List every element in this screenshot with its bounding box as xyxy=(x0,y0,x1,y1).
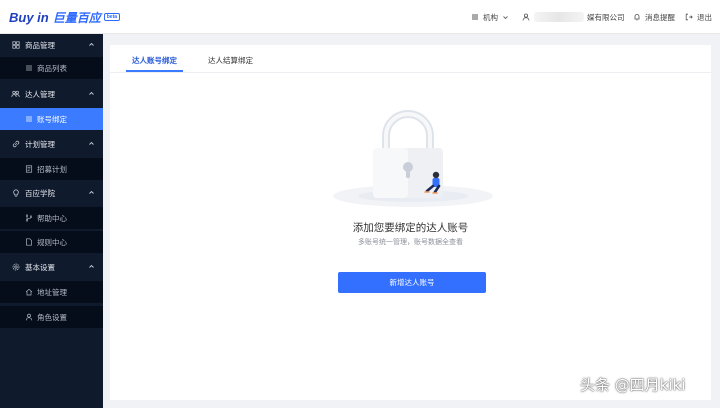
sidebar-item-account-binding[interactable]: 账号绑定 xyxy=(0,108,103,130)
sidebar-group-label: 基本设置 xyxy=(25,262,55,272)
grid-icon xyxy=(11,41,20,50)
sidebar-item-address[interactable]: 地址管理 xyxy=(0,281,103,303)
sidebar-item-product-list[interactable]: 商品列表 xyxy=(0,57,103,79)
logo-brand-text: 巨量百应 xyxy=(52,10,101,25)
main-card: 达人账号绑定 达人结算绑定 添加您要绑定的达人账号 多账号统一管理，账号数据全查… xyxy=(110,45,711,400)
watermark: 头条 @四月kiki xyxy=(580,376,686,394)
home-icon xyxy=(24,288,33,297)
sidebar-item-label: 地址管理 xyxy=(37,287,67,297)
sidebar-item-help-center[interactable]: 帮助中心 xyxy=(0,207,103,229)
tab-influencer-account-binding[interactable]: 达人账号绑定 xyxy=(132,55,177,69)
sidebar-item-label: 规则中心 xyxy=(37,237,67,247)
sidebar-item-rules-center[interactable]: 规则中心 xyxy=(0,231,103,253)
add-influencer-account-button[interactable]: 新增达人账号 xyxy=(338,272,486,293)
list-icon xyxy=(24,64,33,73)
logout-button[interactable]: 退出 xyxy=(684,11,712,23)
users-icon xyxy=(11,90,20,99)
chevron-up-icon xyxy=(88,90,95,99)
account-menu[interactable]: 媒有限公司 xyxy=(521,11,625,23)
sidebar-item-label: 角色设置 xyxy=(37,312,67,322)
sidebar-group-influencers[interactable]: 达人管理 xyxy=(0,83,103,105)
sidebar-item-recruit-plan[interactable]: 招募计划 xyxy=(0,158,103,180)
sidebar-item-label: 帮助中心 xyxy=(37,213,67,223)
sidebar-group-label: 计划管理 xyxy=(25,139,55,149)
chevron-down-icon xyxy=(500,12,510,22)
empty-state-title: 添加您要绑定的达人账号 xyxy=(352,222,469,234)
branch-icon xyxy=(24,214,33,223)
sidebar-item-roles[interactable]: 角色设置 xyxy=(0,306,103,328)
sidebar: 商品管理 商品列表 达人管理 账号绑定 计划管理 招募计划 百应学院 帮助中心 … xyxy=(0,34,103,408)
blurred-company-name xyxy=(534,12,584,22)
logo-buyin-text: Buy in xyxy=(9,9,49,25)
chevron-up-icon xyxy=(88,140,95,149)
bell-icon xyxy=(632,12,642,22)
org-switcher[interactable]: 机构 xyxy=(470,11,510,23)
company-name: 媒有限公司 xyxy=(587,12,625,22)
notifications-button[interactable]: 消息提醒 xyxy=(632,11,675,23)
sidebar-group-plans[interactable]: 计划管理 xyxy=(0,133,103,155)
sidebar-item-label: 商品列表 xyxy=(37,63,67,73)
list-icon xyxy=(24,115,33,124)
empty-state-subtitle: 多账号统一管理，账号数据全查看 xyxy=(358,239,463,246)
sidebar-item-label: 账号绑定 xyxy=(37,114,67,124)
gear-icon xyxy=(11,263,20,272)
tab-influencer-settlement-binding[interactable]: 达人结算绑定 xyxy=(208,55,253,69)
chevron-up-icon xyxy=(88,41,95,50)
sidebar-item-label: 招募计划 xyxy=(37,164,67,174)
sidebar-group-label: 商品管理 xyxy=(25,40,55,50)
chevron-up-icon xyxy=(88,189,95,198)
sidebar-group-academy[interactable]: 百应学院 xyxy=(0,182,103,204)
user-icon xyxy=(521,12,531,22)
sidebar-group-products[interactable]: 商品管理 xyxy=(0,34,103,56)
logout-icon xyxy=(684,12,694,22)
lock-illustration xyxy=(333,110,493,207)
logo-badge: beta xyxy=(103,13,121,21)
logout-label: 退出 xyxy=(697,12,712,22)
logo[interactable]: Buy in 巨量百应 beta xyxy=(9,8,121,26)
switch-icon xyxy=(470,12,480,22)
link-icon xyxy=(11,140,20,149)
org-label: 机构 xyxy=(483,12,498,22)
file-icon xyxy=(24,238,33,247)
doc-icon xyxy=(24,165,33,174)
chevron-up-icon xyxy=(88,263,95,272)
user-icon xyxy=(24,313,33,322)
top-header: Buy in 巨量百应 beta 机构 媒有限公司 消息提醒 退出 xyxy=(0,0,720,34)
sidebar-group-label: 百应学院 xyxy=(25,188,55,198)
tab-divider xyxy=(110,72,711,73)
bulb-icon xyxy=(11,189,20,198)
sidebar-group-label: 达人管理 xyxy=(25,89,55,99)
notifications-label: 消息提醒 xyxy=(645,12,675,22)
sidebar-group-settings[interactable]: 基本设置 xyxy=(0,256,103,278)
